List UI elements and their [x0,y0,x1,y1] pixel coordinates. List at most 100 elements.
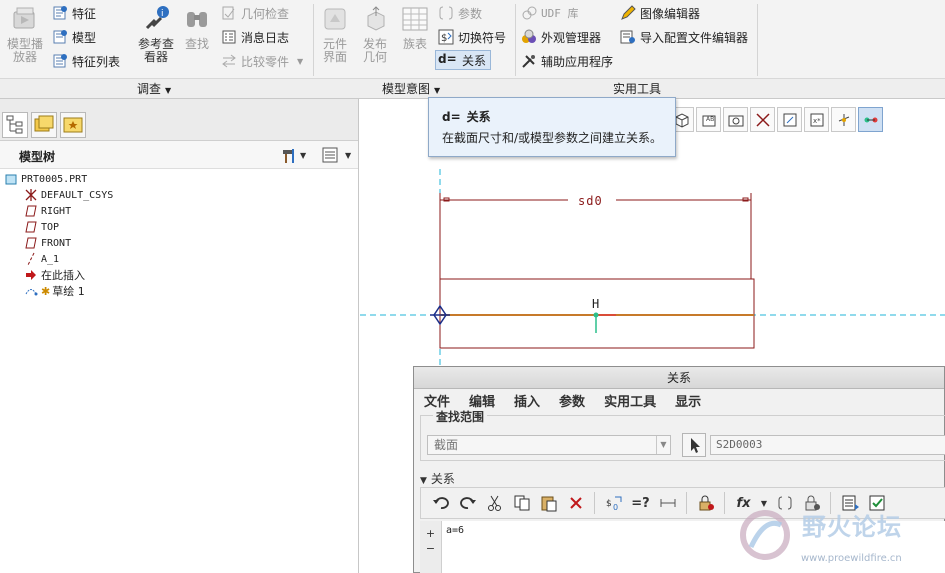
paste-icon [541,496,556,512]
undo-button[interactable] [429,492,452,515]
verify-relations-button[interactable] [694,492,717,515]
collapse-button[interactable]: − [420,542,441,555]
message-log-label: 消息日志 [241,30,290,45]
evaluate-button[interactable]: =? [629,492,652,515]
tree-show-button[interactable]: ▼ [321,146,355,167]
datum-display-icon [755,112,770,127]
udf-library-button[interactable]: UDF 库 [521,3,579,23]
feature-label: 特征 [72,6,97,21]
watermark-logo-icon [740,510,790,560]
datum-axis-icon [24,252,38,266]
relations-button[interactable]: d= 关系 [435,50,492,70]
component-interface-button[interactable]: 元件 界面 [314,4,356,64]
feature-icon [52,5,68,21]
tab-folder-browser[interactable] [31,112,57,138]
tree-item[interactable]: TOP [24,219,59,235]
switch-symbols-button[interactable]: $ 切换符号 [438,27,506,47]
tab-model-tree[interactable] [2,112,28,138]
geometry-check-button[interactable]: 几何检查 [221,3,289,23]
svg-text:$: $ [441,33,447,44]
config-editor-button[interactable]: 导入配置文件编辑器 [620,27,748,47]
delete-button[interactable] [564,492,587,515]
tree-item[interactable]: 在此插入 [24,267,85,283]
parameters-button[interactable]: 参数 [438,3,482,23]
find-label: 查找 [184,37,209,51]
expand-button[interactable]: + [420,527,441,540]
reference-viewer-button[interactable]: i 参考查 看器 [132,4,180,64]
redo-button[interactable] [456,492,479,515]
model-button[interactable]: 模型 [52,27,96,47]
relations-section-header[interactable]: ▼ 关系 [420,470,455,487]
view-toolbar: AB x* [669,107,883,133]
annotation-display-icon: AB [702,115,715,126]
tree-item[interactable]: PRT0005.PRT [4,171,87,187]
tree-item-label: 草绘 1 [52,285,85,298]
hammer-icon: ▼ [283,149,307,163]
tree-item-label: A_1 [41,253,60,265]
switch-symbols-label: 切换符号 [458,30,507,45]
watermark-url: www.proewildfire.cn [801,553,902,564]
model-player-button[interactable]: 模型播 放器 [2,4,48,64]
datum-points-toggle[interactable]: x* [804,107,829,132]
saved-views-button[interactable] [723,107,748,132]
select-entity-button[interactable] [682,433,706,457]
image-editor-button[interactable]: 图像编辑器 [620,3,700,23]
chevron-down-icon: ▼ [434,86,441,95]
menu-utilities[interactable]: 实用工具 [594,390,665,416]
tree-item[interactable]: RIGHT [24,203,71,219]
paste-button[interactable] [537,492,560,515]
svg-text:▼: ▼ [345,151,352,160]
menu-display[interactable]: 显示 [665,390,710,416]
favorites-icon [63,117,83,133]
sketch-constraints-toggle[interactable] [858,107,883,132]
feature-list-label: 特征列表 [72,54,121,69]
toggle-values-button[interactable]: $0 [602,492,625,515]
copy-button[interactable] [510,492,533,515]
horizontal-constraint-label[interactable]: H [592,297,599,311]
feature-list-button[interactable]: 特征列表 [52,51,120,71]
datum-planes-toggle[interactable] [750,107,775,132]
model-label: 模型 [72,30,97,45]
group-investigate[interactable]: 调查 ▼ [137,80,171,97]
family-table-button[interactable]: 族表 [394,4,436,51]
pencil-icon [620,5,636,21]
switch-symbols-icon: $ [438,29,454,45]
group-model-intent[interactable]: 模型意图 ▼ [382,80,440,97]
tree-settings-button[interactable]: ▼ [280,146,308,167]
ribbon: 模型播 放器 特征 模型 特征列表 i 参考查 看器 查找 几何检查 消息日志 … [0,0,945,99]
sketch-active-icon: ✱ [41,284,51,298]
menu-insert[interactable]: 插入 [504,390,549,416]
measure-button[interactable] [656,492,679,515]
look-in-select[interactable]: 截面 ▼ [427,435,671,455]
message-log-button[interactable]: 消息日志 [221,27,289,47]
sketch-view-button[interactable]: AB [696,107,721,132]
publish-geometry-button[interactable]: 发布 几何 [354,4,396,64]
relations-icon: d= [442,110,461,124]
tree-item[interactable]: FRONT [24,235,71,251]
folder-browser-icon [34,115,54,132]
find-button[interactable]: 查找 [176,4,218,51]
compare-parts-dropdown-icon[interactable]: ▼ [297,57,303,66]
tree-item[interactable]: A_1 [24,251,59,267]
tree-item[interactable]: ✱ 草绘 1 [24,283,85,299]
compare-parts-button[interactable]: 比较零件 ▼ [221,51,303,71]
config-editor-label: 导入配置文件编辑器 [640,30,749,45]
auxiliary-apps-button[interactable]: 辅助应用程序 [521,51,613,71]
dimension-label[interactable]: sd0 [578,194,603,208]
menu-parameters[interactable]: 参数 [549,390,594,416]
cut-button[interactable] [483,492,506,515]
look-in-entity-field[interactable]: S2D0003 [710,435,945,455]
csys-display-toggle[interactable] [831,107,856,132]
navigator-panel: 模型树 ▼ ▼ PRT0005.PRT DEFAULT_CSYS RIGHT T… [0,99,359,573]
tree-item[interactable]: DEFAULT_CSYS [24,187,113,203]
auxiliary-apps-icon [521,53,537,69]
appearance-manager-button[interactable]: 外观管理器 [521,27,601,47]
appearance-manager-label: 外观管理器 [541,30,602,45]
datum-axes-toggle[interactable] [777,107,802,132]
feature-button[interactable]: 特征 [52,3,96,23]
chevron-down-icon[interactable]: ▼ [656,436,670,454]
tab-favorites[interactable] [60,112,86,138]
publish-geometry-label: 发布 几何 [362,37,387,64]
redo-icon [459,497,476,509]
compare-parts-icon [221,53,237,69]
